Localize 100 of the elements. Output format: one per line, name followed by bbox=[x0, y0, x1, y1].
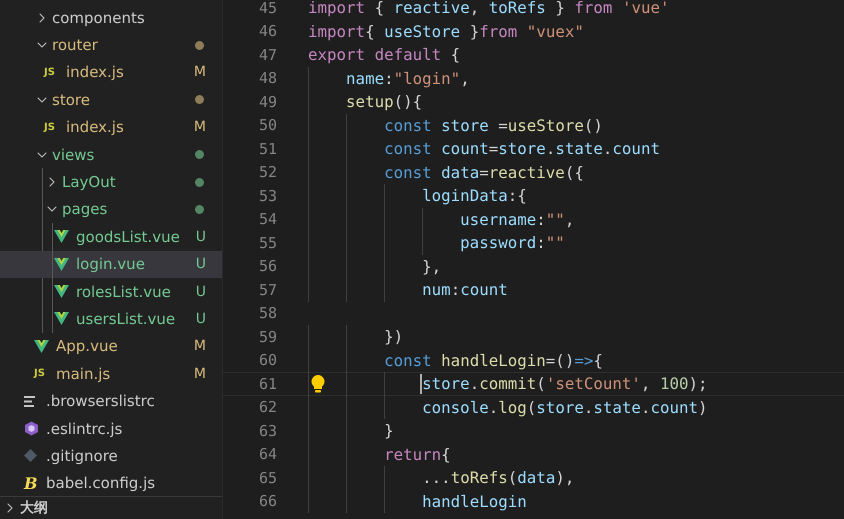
status-dot bbox=[195, 178, 204, 187]
code-token: { bbox=[450, 45, 460, 64]
vue-file-icon bbox=[54, 285, 69, 298]
code-token: 'setCount' bbox=[546, 374, 641, 393]
code-token: count bbox=[612, 139, 660, 158]
code-token: "" bbox=[546, 233, 565, 252]
babel-file-icon: B bbox=[24, 474, 38, 493]
code-token: . bbox=[488, 398, 498, 416]
line-number: 49 bbox=[258, 92, 277, 111]
code-token: reactive bbox=[394, 0, 470, 17]
code-token: const bbox=[384, 162, 433, 182]
code-token: ), bbox=[555, 468, 574, 487]
file-name: index.js bbox=[66, 63, 124, 82]
folder-item[interactable]: pages bbox=[0, 196, 222, 224]
file-name: router bbox=[52, 36, 98, 54]
code-token: { bbox=[365, 22, 376, 40]
code-token: } bbox=[555, 0, 566, 17]
code-token: : bbox=[384, 68, 394, 88]
file-name: pages bbox=[62, 200, 108, 218]
file-name: store bbox=[52, 90, 90, 109]
outline-section-title[interactable]: 大纲 bbox=[20, 499, 48, 517]
git-status-label: U bbox=[196, 228, 206, 245]
code-token: handleLogin bbox=[441, 350, 546, 370]
line-number: 54 bbox=[258, 210, 277, 228]
code-token: data bbox=[441, 162, 480, 182]
line-number: 64 bbox=[258, 445, 277, 464]
code-token: export default bbox=[308, 45, 442, 64]
code-token: }) bbox=[384, 327, 404, 346]
code-token: count bbox=[441, 139, 489, 158]
line-number: 57 bbox=[258, 280, 277, 299]
line-number: 47 bbox=[258, 46, 277, 64]
folder-item[interactable]: views bbox=[0, 140, 222, 168]
code-token: , bbox=[470, 0, 480, 17]
line-number: 66 bbox=[258, 492, 277, 510]
file-name: App.vue bbox=[56, 337, 118, 356]
file-item[interactable]: JS index.js M bbox=[0, 58, 222, 86]
code-token: ... bbox=[422, 468, 451, 487]
file-item[interactable]: JS main.js M bbox=[0, 360, 222, 388]
file-item[interactable]: App.vue M bbox=[0, 332, 222, 360]
code-token: . bbox=[584, 398, 594, 416]
code-token: store bbox=[536, 398, 584, 416]
code-token: "" bbox=[546, 210, 565, 228]
code-token: state bbox=[555, 139, 603, 158]
code-token: . bbox=[470, 374, 480, 393]
code-token: 'vue' bbox=[622, 0, 670, 17]
diamond-file-icon bbox=[24, 449, 37, 462]
line-number: 60 bbox=[258, 351, 277, 370]
file-item[interactable]: .gitignore bbox=[0, 442, 222, 470]
file-name: main.js bbox=[56, 364, 110, 383]
code-token: return bbox=[384, 444, 442, 464]
code-token: loginData bbox=[422, 186, 508, 205]
line-number: 50 bbox=[258, 116, 277, 134]
file-name: index.js bbox=[66, 118, 124, 136]
file-item[interactable]: .eslintrc.js bbox=[0, 414, 222, 442]
code-token: . bbox=[546, 139, 556, 158]
line-number: 62 bbox=[258, 398, 277, 416]
file-item[interactable]: JS index.js M bbox=[0, 114, 222, 141]
file-name: goodsList.vue bbox=[76, 228, 180, 246]
file-name: login.vue bbox=[76, 255, 145, 274]
code-token: count bbox=[650, 398, 698, 416]
code-token: "vuex" bbox=[526, 22, 584, 40]
git-status-label: U bbox=[196, 310, 206, 327]
line-number: 52 bbox=[258, 163, 277, 182]
git-status-label: M bbox=[194, 64, 206, 80]
folder-item[interactable]: store bbox=[0, 86, 222, 114]
vue-file-icon bbox=[54, 312, 69, 326]
file-item[interactable]: .browserslistrc bbox=[0, 387, 222, 415]
file-name: components bbox=[52, 8, 145, 27]
code-token: password bbox=[460, 233, 536, 252]
code-token: const bbox=[384, 350, 433, 370]
code-token: from bbox=[479, 22, 518, 40]
code-token: . bbox=[602, 139, 612, 158]
code-token: (){ bbox=[394, 92, 422, 111]
line-number: 45 bbox=[258, 0, 277, 17]
file-name: LayOut bbox=[62, 173, 116, 192]
git-status-label: M bbox=[194, 338, 206, 354]
code-token: :{ bbox=[508, 186, 527, 205]
file-item[interactable]: rolesList.vue U bbox=[0, 278, 222, 306]
code-token: = bbox=[498, 116, 508, 134]
folder-item[interactable]: LayOut bbox=[0, 168, 222, 196]
lines-file-icon bbox=[24, 396, 36, 407]
file-item[interactable]: B babel.config.js bbox=[0, 470, 222, 496]
code-token: "login" bbox=[394, 68, 460, 88]
line-number: 51 bbox=[258, 140, 277, 158]
code-token: () bbox=[584, 116, 603, 134]
code-token: commit bbox=[479, 374, 536, 393]
file-item[interactable]: goodsList.vue U bbox=[0, 223, 222, 251]
code-token: const bbox=[384, 116, 433, 134]
file-item[interactable]: login.vue U bbox=[0, 250, 222, 278]
line-number: 56 bbox=[258, 257, 277, 276]
line-number: 65 bbox=[258, 468, 277, 487]
code-token: { bbox=[374, 0, 386, 17]
code-token: ) bbox=[698, 398, 708, 416]
folder-item[interactable]: components bbox=[0, 4, 222, 32]
code-token: = bbox=[488, 139, 498, 158]
code-token: useStore bbox=[508, 116, 584, 134]
folder-item[interactable]: router bbox=[0, 31, 222, 59]
file-item[interactable]: usersList.vue U bbox=[0, 305, 222, 333]
js-file-icon: JS bbox=[34, 368, 45, 380]
code-token: ); bbox=[688, 374, 708, 393]
